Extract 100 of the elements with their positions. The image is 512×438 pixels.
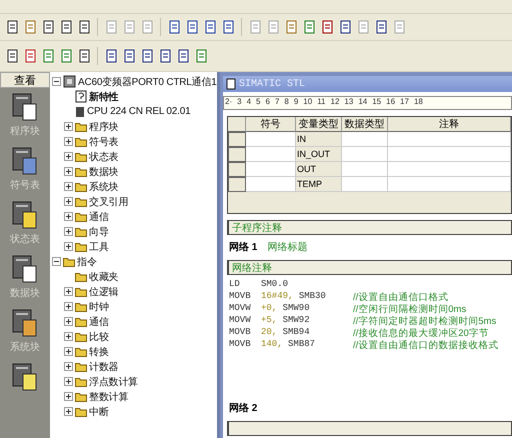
tree-item[interactable]: 位逻辑 bbox=[89, 284, 118, 298]
table-cell[interactable] bbox=[388, 177, 511, 192]
view-header: 查看 bbox=[0, 72, 50, 88]
ruler-number: 7 bbox=[274, 97, 280, 108]
code-comment: //空闲行间隔检测时间0ms bbox=[353, 303, 468, 315]
folder-icon bbox=[75, 196, 87, 207]
folder-icon bbox=[75, 391, 87, 402]
expander[interactable] bbox=[64, 122, 73, 131]
tree-item[interactable]: 通信 bbox=[89, 314, 109, 328]
tree-item[interactable]: 状态表 bbox=[89, 150, 118, 164]
tree-item[interactable]: 工具 bbox=[89, 240, 109, 254]
expander[interactable] bbox=[64, 392, 73, 401]
folder-icon bbox=[75, 226, 87, 237]
table-cell[interactable] bbox=[388, 162, 511, 177]
table-cell: IN_OUT bbox=[296, 147, 342, 162]
comment-bar[interactable]: 子程序注释 bbox=[227, 220, 512, 235]
column-header: 符号 bbox=[246, 117, 296, 132]
ruler-number: 8 bbox=[284, 97, 289, 108]
column-header: 数据类型 bbox=[342, 117, 388, 132]
tree-item[interactable]: 通信 bbox=[89, 210, 109, 224]
tree-item[interactable]: 交叉引用 bbox=[89, 194, 128, 208]
expander[interactable] bbox=[64, 362, 73, 371]
tree-item[interactable]: 程序块 bbox=[89, 120, 118, 134]
comment-bar[interactable]: 网络注释 bbox=[227, 260, 512, 275]
ruler-number: 11 bbox=[317, 97, 326, 108]
tree-item[interactable]: CPU 224 CN REL 02.01 bbox=[87, 106, 190, 117]
column-header: 变量类型 bbox=[296, 117, 342, 132]
ruler-number: 9 bbox=[294, 97, 298, 108]
tree-item[interactable]: 比较 bbox=[89, 330, 109, 344]
expander[interactable] bbox=[64, 137, 73, 146]
expander[interactable] bbox=[64, 317, 73, 326]
table-cell[interactable] bbox=[246, 177, 296, 192]
expander[interactable] bbox=[64, 377, 73, 386]
expander[interactable] bbox=[64, 152, 73, 161]
table-cell[interactable] bbox=[388, 132, 511, 147]
folder-icon bbox=[75, 151, 87, 162]
expander[interactable] bbox=[64, 407, 73, 416]
table-cell: OUT bbox=[296, 162, 342, 177]
table-cell[interactable] bbox=[342, 177, 388, 192]
cpu-icon bbox=[75, 106, 85, 118]
tree-item[interactable]: 浮点数计算 bbox=[89, 374, 138, 388]
tree-item[interactable]: 中断 bbox=[89, 404, 109, 418]
folder-icon bbox=[75, 121, 87, 132]
table-cell[interactable] bbox=[246, 147, 296, 162]
expander[interactable] bbox=[64, 212, 73, 221]
tree-item[interactable]: 新特性 bbox=[89, 90, 118, 104]
expander[interactable] bbox=[64, 242, 73, 251]
folder-icon bbox=[75, 286, 87, 297]
tree-item[interactable]: 系统块 bbox=[89, 180, 118, 194]
folder-icon bbox=[75, 166, 87, 177]
expander[interactable] bbox=[64, 287, 73, 296]
code-comment: //设置自由通信口格式 bbox=[353, 291, 450, 303]
operand: 16#49, SMB30 bbox=[261, 291, 327, 303]
folder-icon bbox=[75, 346, 87, 357]
operand: +5, SMW92 bbox=[261, 315, 311, 327]
expander[interactable] bbox=[64, 302, 73, 311]
expander[interactable] bbox=[64, 197, 73, 206]
code-comment: //设置自由通信口的数据接收格式 bbox=[353, 339, 500, 351]
table-cell[interactable] bbox=[342, 147, 388, 162]
ruler-number: 4 bbox=[246, 97, 252, 108]
folder-icon bbox=[75, 136, 87, 147]
table-cell[interactable] bbox=[342, 132, 388, 147]
table-cell[interactable] bbox=[342, 162, 388, 177]
expander[interactable] bbox=[64, 227, 73, 236]
expander[interactable] bbox=[64, 182, 73, 191]
folder-icon bbox=[75, 331, 87, 342]
ruler-number: 5 bbox=[256, 97, 260, 108]
table-cell[interactable] bbox=[388, 147, 511, 162]
comment-bar[interactable] bbox=[227, 421, 512, 436]
expander[interactable] bbox=[52, 77, 61, 86]
tree-item[interactable]: 整数计算 bbox=[89, 390, 128, 404]
folder-icon bbox=[63, 256, 75, 267]
tree-item[interactable]: 转换 bbox=[89, 344, 109, 358]
expander[interactable] bbox=[64, 332, 73, 341]
instruction: MOVB bbox=[229, 327, 252, 339]
tree-item[interactable]: 数据块 bbox=[89, 164, 118, 178]
expander[interactable] bbox=[64, 347, 73, 356]
tree-item[interactable]: 收藏夹 bbox=[89, 270, 118, 284]
ruler-number: 6 bbox=[265, 97, 270, 108]
table-cell[interactable] bbox=[246, 162, 296, 177]
tree-item[interactable]: 计数器 bbox=[89, 360, 118, 374]
tree-item[interactable]: 指令 bbox=[77, 254, 97, 268]
table-cell: IN bbox=[296, 132, 342, 147]
ruler-number: 3 bbox=[237, 97, 242, 108]
ruler-number: 18 bbox=[414, 97, 423, 108]
ruler-number: 13 bbox=[344, 97, 354, 108]
operand: +0, SMW90 bbox=[261, 303, 311, 315]
tree-item[interactable]: 向导 bbox=[89, 224, 109, 238]
tree-item[interactable]: 符号表 bbox=[89, 134, 118, 148]
document-icon bbox=[226, 78, 236, 90]
table-cell[interactable] bbox=[246, 132, 296, 147]
folder-icon bbox=[75, 211, 87, 222]
help-icon bbox=[75, 90, 87, 103]
ruler-number: 10 bbox=[303, 97, 312, 108]
network-title[interactable]: 网络标题 bbox=[267, 240, 308, 254]
instruction: MOVW bbox=[229, 315, 252, 327]
tree-item[interactable]: AC60变频器PORT0 CTRL通信1 bbox=[78, 74, 217, 88]
tree-item[interactable]: 时钟 bbox=[89, 300, 109, 314]
expander[interactable] bbox=[52, 257, 61, 266]
expander[interactable] bbox=[64, 167, 73, 176]
